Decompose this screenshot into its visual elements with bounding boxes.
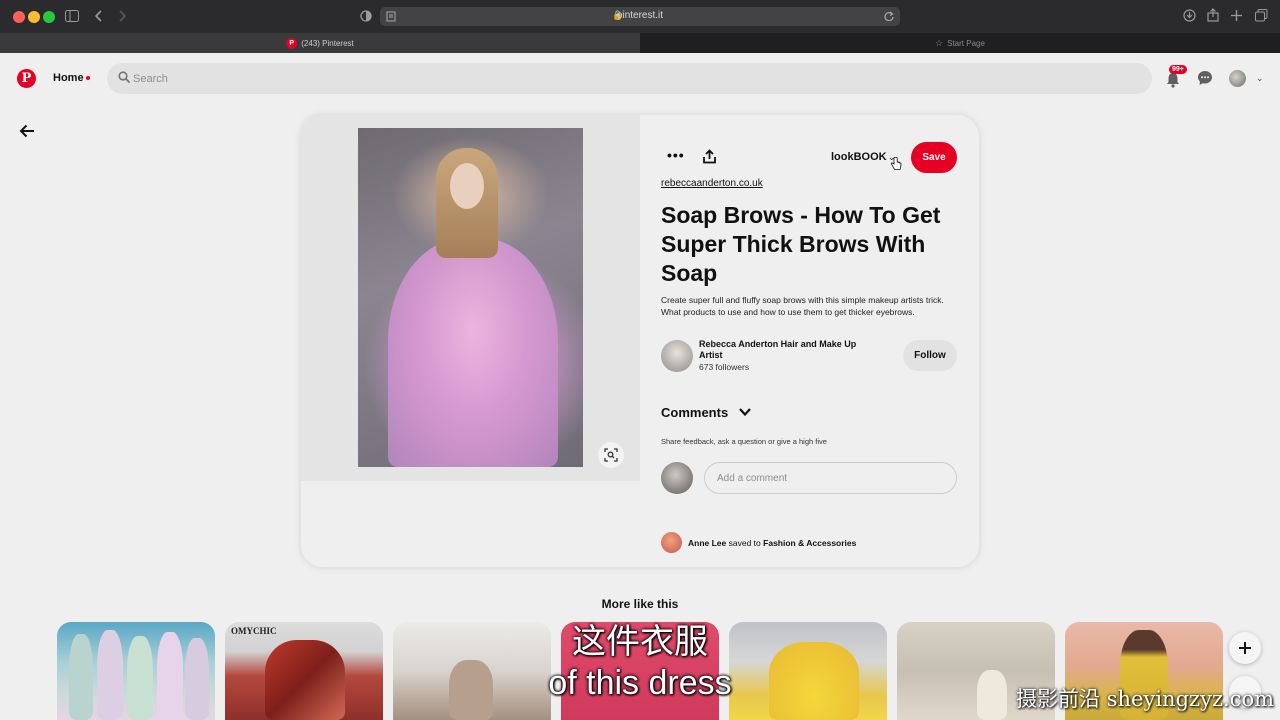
search-icon [118,71,130,83]
subtitle-chinese: 这件衣服 [572,622,708,662]
forward-nav-icon[interactable] [118,10,126,22]
saver-name[interactable]: Anne Lee [688,538,726,548]
tab-overview-icon[interactable] [1255,9,1268,22]
comments-hint: Share feedback, ask a question or give a… [661,437,827,446]
saver-avatar[interactable] [661,532,682,553]
search-input[interactable] [133,71,1113,87]
url-text[interactable]: pinterest.it [380,10,900,21]
reload-icon[interactable] [884,11,894,21]
pinterest-logo-icon[interactable]: P [17,69,36,88]
follow-button[interactable]: Follow [903,340,957,371]
share-icon[interactable] [702,149,717,164]
visual-search-icon [604,448,618,462]
tab-bar: P (243) Pinterest ☆ Start Page [0,33,1280,53]
sidebar-toggle-icon[interactable] [65,10,79,22]
account-chevron-down-icon[interactable]: ⌄ [1256,73,1264,84]
creator-name[interactable]: Rebecca Anderton Hair and Make Up Artist [699,339,879,361]
comment-input[interactable] [704,462,957,494]
more-options-icon[interactable]: ••• [667,147,685,163]
home-active-dot [86,76,90,80]
comments-chevron-down-icon[interactable] [738,406,752,418]
home-link[interactable]: Home [53,72,84,84]
visual-search-button[interactable] [598,442,624,468]
back-arrow-icon[interactable] [19,124,35,138]
zoom-window-button[interactable] [43,11,55,23]
new-tab-icon[interactable] [1231,10,1242,21]
pin-image-face [450,163,484,209]
more-like-this-heading: More like this [601,597,679,611]
current-user-avatar [661,462,693,494]
pin-description: Create super full and fluffy soap brows … [661,295,944,317]
watermark: 摄影前沿 sheyingzyz.com [1016,687,1274,711]
pointer-hand-cursor-icon [890,157,902,170]
pin-closeup-card: ••• lookBOOK ⌄ Save rebeccaanderton.co.u… [301,115,979,567]
back-nav-icon[interactable] [95,10,103,22]
browser-titlebar: 🔒 pinterest.it [0,0,1280,33]
pin-image[interactable] [358,128,583,467]
saved-to-text: saved to [728,538,761,548]
saved-board-name[interactable]: Fashion & Accessories [763,538,856,548]
tab-start-page[interactable]: ☆ Start Page [640,33,1280,53]
privacy-shield-icon[interactable] [360,10,372,22]
share-browser-icon[interactable] [1207,8,1219,22]
downloads-icon[interactable] [1183,9,1196,22]
pin-media-panel [301,115,640,481]
save-button[interactable]: Save [911,142,957,173]
pinterest-header: P Home 99+ ⌄ [0,53,1280,105]
board-selector[interactable]: lookBOOK [831,151,887,163]
minimize-window-button[interactable] [28,11,40,23]
pin-title: Soap Brows - How To Get Super Thick Brow… [661,202,941,286]
source-link[interactable]: rebeccaanderton.co.uk [661,178,763,189]
creator-followers: 673 followers [699,362,750,372]
notification-count-badge: 99+ [1169,65,1187,74]
tab-label: (243) Pinterest [301,38,354,48]
creator-avatar[interactable] [661,340,693,372]
comments-heading[interactable]: Comments [661,405,728,420]
account-avatar[interactable] [1229,70,1246,87]
tab-label: Start Page [947,38,985,48]
pinterest-favicon-icon: P [286,37,298,49]
saved-by-line: Anne Lee saved to Fashion & Accessories [688,538,856,548]
tab-pinterest[interactable]: P (243) Pinterest [0,33,640,53]
pin-image-dress [388,238,558,467]
address-bar[interactable]: 🔒 pinterest.it [380,7,900,26]
search-box[interactable] [107,63,1152,94]
close-window-button[interactable] [13,11,25,23]
messages-icon[interactable] [1197,70,1213,86]
star-icon: ☆ [935,37,944,48]
